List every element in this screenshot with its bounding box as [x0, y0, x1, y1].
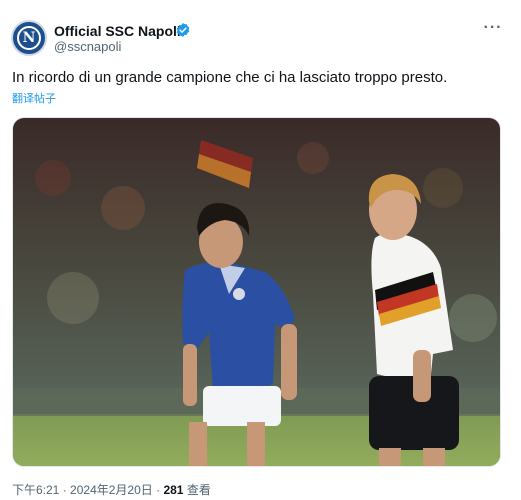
tweet-card: N Official SSC Napoli @sscnapoli ··· In …: [0, 0, 521, 500]
views-count: 281: [163, 483, 184, 497]
translate-post-link[interactable]: 翻译帖子: [12, 92, 56, 106]
verified-badge-icon: [176, 23, 190, 37]
tweet-date[interactable]: 2024年2月20日: [70, 483, 153, 497]
meta-separator: ·: [156, 483, 161, 497]
avatar[interactable]: N: [11, 20, 47, 56]
tweet-photo[interactable]: [12, 117, 501, 467]
author-name[interactable]: Official SSC Napoli: [54, 22, 181, 40]
tweet-meta: 下午6:21 · 2024年2月20日 · 281 查看: [12, 482, 211, 498]
meta-separator: ·: [62, 483, 67, 497]
tweet-text: In ricordo di un grande campione che ci …: [12, 69, 448, 86]
photo-illustration: [13, 118, 500, 466]
author-handle[interactable]: @sscnapoli: [54, 39, 121, 55]
more-options-icon[interactable]: ···: [481, 18, 505, 38]
views-label: 查看: [186, 483, 211, 497]
tweet-time[interactable]: 下午6:21: [12, 483, 59, 497]
avatar-letter: N: [22, 30, 36, 46]
